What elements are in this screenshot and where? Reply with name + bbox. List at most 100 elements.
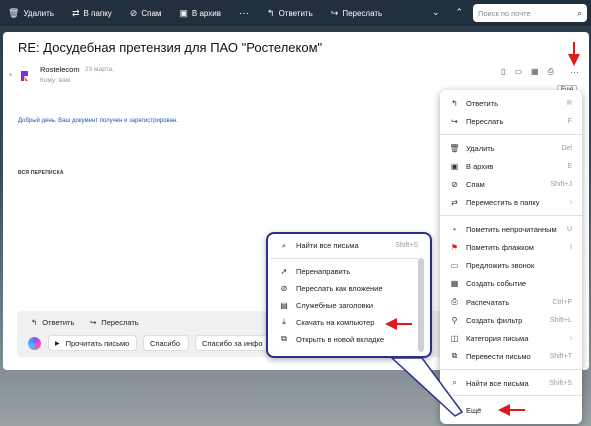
search-input[interactable]: Поиск по почте ⌕ <box>473 4 587 22</box>
move-to-folder-button[interactable]: ⇄ В папку <box>72 8 112 19</box>
menu-item-shortcut: Ctrl+P <box>552 298 572 306</box>
forward-icon: ↪ <box>90 318 97 327</box>
new-tab-icon: ⧉ <box>281 334 287 343</box>
menu-item-label: Распечатать <box>466 297 510 307</box>
spam-label: Спам <box>141 8 162 18</box>
submenu-item-redirect[interactable]: ➚ Перенаправить <box>270 264 416 278</box>
smart-reply-chip[interactable]: ▶ Прочитать письмо <box>48 335 137 351</box>
video-icon[interactable]: ▭ <box>514 67 522 77</box>
chevron-right-icon: › <box>569 334 572 342</box>
chip-label: Спасибо <box>150 338 181 348</box>
spam-button[interactable]: ⊘ Спам <box>130 8 162 19</box>
menu-divider <box>440 395 582 396</box>
menu-item-shortcut: Shift+T <box>549 352 572 360</box>
menu-item-category[interactable]: ◫ Категория письма › <box>440 331 582 345</box>
letter-subject: RE: Досудебная претензия для ПАО "Ростел… <box>18 40 323 55</box>
delete-label: Удалить <box>23 8 54 18</box>
menu-item-label: Спам <box>466 179 485 189</box>
forward-icon: ↪ <box>451 116 458 126</box>
sender-name[interactable]: Rostelecom <box>40 65 80 74</box>
archive-button[interactable]: ▣ В архив <box>179 8 221 19</box>
menu-item-shortcut: Shift+S <box>549 379 572 387</box>
submenu-item-forward-as-attachment[interactable]: ⊘ Переслать как вложение <box>270 281 416 295</box>
more-actions-button[interactable]: ··· <box>570 67 579 77</box>
menu-item-translate[interactable]: ⧉ Перевести письмо Shift+T <box>440 349 582 363</box>
forward-button[interactable]: ↪ Переслать <box>331 8 382 19</box>
top-toolbar: 🗑 Удалить ⇄ В папку ⊘ Спам ▣ В архив ··· ↰ От… <box>0 0 591 26</box>
reply-icon: ↰ <box>451 98 458 108</box>
chevron-right-icon: › <box>569 198 572 206</box>
submenu-scrollbar[interactable] <box>418 258 424 352</box>
attachment-icon: ⊘ <box>280 283 288 293</box>
menu-item-label: Найти все письма <box>466 378 529 388</box>
menu-item-shortcut: E <box>567 162 572 170</box>
sender-avatar <box>21 71 28 81</box>
redirect-icon: ➚ <box>280 266 288 276</box>
chevron-down-icon[interactable]: ⌄ <box>432 7 440 18</box>
smart-reply-chip[interactable]: Спасибо <box>143 335 189 351</box>
menu-item-shortcut: I <box>570 243 572 251</box>
print-icon[interactable]: ⎙ <box>548 67 554 77</box>
menu-item-archive[interactable]: ▣ В архив E <box>440 159 582 173</box>
move-folder-icon: ⇄ <box>451 197 458 207</box>
chip-label: Прочитать письмо <box>65 338 130 348</box>
submenu-item-label: Найти все письма <box>296 241 359 250</box>
submenu-item-headers[interactable]: ▤ Служебные заголовки <box>270 298 416 312</box>
menu-item-create-event[interactable]: ▦ Создать событие <box>440 276 582 290</box>
menu-item-label: Перевести письмо <box>466 351 531 361</box>
menu-item-spam[interactable]: ⊘ Спам Shift+J <box>440 177 582 191</box>
quick-reply-label: Ответить <box>42 318 75 327</box>
more-actions-menu: ↰ Ответить R ↪ Переслать F 🗑 Удалить Del ▣ В ар… <box>440 90 582 424</box>
submenu-item-label: Служебные заголовки <box>296 300 374 310</box>
quick-forward-button[interactable]: ↪ Переслать <box>90 318 139 327</box>
menu-item-propose-call[interactable]: ▭ Предложить звонок <box>440 258 582 272</box>
menu-item-reply[interactable]: ↰ Ответить R <box>440 96 582 110</box>
menu-item-delete[interactable]: 🗑 Удалить Del <box>440 141 582 155</box>
thread-label[interactable]: ВСЯ ПЕРЕПИСКА <box>18 170 64 176</box>
video-call-icon: ▭ <box>450 260 459 270</box>
menu-item-shortcut: Shift+L <box>550 316 572 324</box>
search-icon: ⌕ <box>281 240 287 250</box>
forward-icon: ↪ <box>330 7 339 18</box>
menu-item-label: Предложить звонок <box>466 260 535 270</box>
more-button[interactable]: ··· <box>239 8 249 19</box>
menu-item-create-filter[interactable]: ⚲ Создать фильтр Shift+L <box>440 313 582 327</box>
menu-item-flag[interactable]: ⚑ Пометить флажком I <box>440 240 582 254</box>
menu-item-print[interactable]: ⎙ Распечатать Ctrl+P <box>440 295 582 309</box>
spam-icon: ⊘ <box>451 179 458 189</box>
delete-button[interactable]: 🗑 Удалить <box>8 8 54 19</box>
reply-label: Ответить <box>278 8 313 18</box>
menu-item-more[interactable]: ⌄ Ещё <box>440 403 582 417</box>
reply-button[interactable]: ↰ Ответить <box>267 8 313 19</box>
submenu-item-label: Скачать на компьютер <box>296 317 375 327</box>
unread-dot-icon[interactable]: ● <box>9 72 12 78</box>
bookmark-icon[interactable]: ▯ <box>501 67 505 77</box>
play-icon: ▶ <box>55 340 60 347</box>
search-icon: ⌕ <box>576 7 582 18</box>
filter-icon: ⚲ <box>451 315 458 325</box>
menu-item-shortcut: U <box>566 225 572 233</box>
smart-reply-chip[interactable]: Спасибо за инфо <box>195 335 269 351</box>
menu-item-forward[interactable]: ↪ Переслать F <box>440 114 582 128</box>
chevron-up-icon[interactable]: ⌃ <box>456 7 464 18</box>
assistant-icon[interactable] <box>28 337 41 350</box>
calendar-icon: ▦ <box>450 278 459 288</box>
menu-divider <box>440 134 582 135</box>
menu-item-label: Пометить флажком <box>466 242 534 252</box>
submenu-item-open-new-tab[interactable]: ⧉ Открыть в новой вкладке <box>270 332 416 346</box>
menu-item-find-all[interactable]: ⌕ Найти все письма Shift+S <box>440 376 582 390</box>
submenu-item-download[interactable]: ⤓ Скачать на компьютер <box>270 315 416 329</box>
quick-reply-button[interactable]: ↰ Ответить <box>31 318 74 327</box>
search-placeholder: Поиск по почте <box>478 8 531 18</box>
menu-item-move-folder[interactable]: ⇄ Переместить в папку › <box>440 195 582 209</box>
submenu-item-find-all[interactable]: ⌕ Найти все письма Shift+S <box>270 236 428 255</box>
flag-icon: ⚑ <box>450 242 459 252</box>
chevron-down-icon: ⌄ <box>451 405 458 415</box>
trash-icon: 🗑 <box>449 143 460 153</box>
menu-item-label: В архив <box>466 161 494 171</box>
menu-item-label: Пометить непрочитанным <box>466 224 557 234</box>
calendar-icon[interactable]: ▦ <box>531 67 539 77</box>
submenu-divider <box>270 258 418 259</box>
menu-item-label: Удалить <box>466 143 495 153</box>
menu-item-mark-unread[interactable]: • Пометить непрочитанным U <box>440 222 582 236</box>
